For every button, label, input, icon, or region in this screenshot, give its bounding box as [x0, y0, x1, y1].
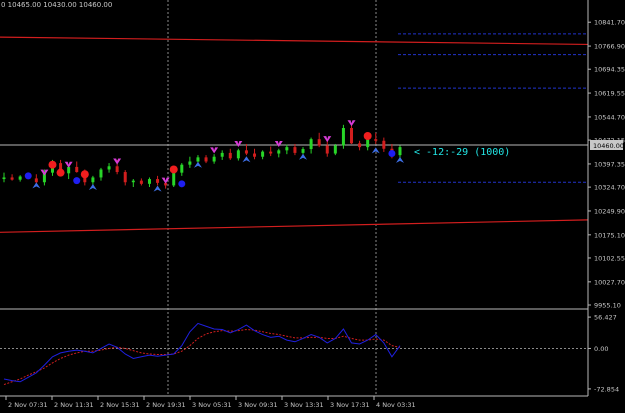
candle-body [350, 128, 354, 144]
candle-body [172, 172, 176, 186]
price-tick-label: 10694.35 [594, 66, 625, 74]
price-tick-label: 10397.35 [594, 160, 625, 168]
candle-body [358, 143, 362, 148]
red-signal-dot [48, 160, 57, 169]
candle-body [196, 157, 200, 162]
price-tick-label: 10619.55 [594, 90, 625, 98]
candle-body [277, 150, 281, 154]
blue-signal-dot [178, 180, 186, 188]
candle-body [115, 166, 119, 173]
candle-body [75, 166, 79, 173]
price-tick-label: 10102.55 [594, 254, 625, 262]
candle-body [382, 140, 386, 149]
time-tick-label: 3 Nov 09:31 [238, 401, 278, 409]
ohlc-header: 0 10465.00 10430.00 10460.00 [1, 1, 112, 9]
time-tick-label: 2 Nov 07:31 [8, 401, 48, 409]
candle-body [253, 153, 257, 157]
price-tick-label: 10544.70 [594, 113, 625, 121]
candle-body [236, 150, 240, 159]
candle-body [91, 177, 95, 183]
candle-body [398, 147, 402, 156]
candle-body [139, 180, 143, 184]
order-annotation: < -12:-29 (1000) [414, 147, 510, 158]
candle-body [180, 164, 184, 173]
red-signal-dot [169, 165, 178, 174]
price-tick-label: 10027.70 [594, 278, 625, 286]
candle-body [293, 147, 297, 153]
time-tick-label: 2 Nov 19:31 [146, 401, 186, 409]
candle-body [99, 169, 103, 178]
time-tick-label: 3 Nov 13:31 [284, 401, 324, 409]
candle-body [107, 166, 111, 170]
red-signal-dot [80, 170, 89, 179]
candle-body [123, 172, 127, 183]
candle-body [309, 139, 313, 150]
trading-chart[interactable]: 0 10465.00 10430.00 10460.00 < -12:-29 (… [0, 0, 625, 413]
red-signal-dot [363, 131, 372, 140]
candle-body [317, 139, 321, 146]
candle-body [374, 139, 378, 141]
time-tick-label: 3 Nov 05:31 [192, 401, 232, 409]
candle-body [301, 149, 305, 153]
time-tick-label: 2 Nov 15:31 [100, 401, 140, 409]
current-price-label: 10460.00 [593, 142, 624, 150]
blue-signal-dot [73, 177, 81, 185]
candle-body [156, 179, 160, 183]
candle-body [188, 161, 192, 165]
candle-body [261, 151, 265, 157]
candle-body [220, 152, 224, 157]
candle-body [67, 166, 71, 174]
candle-body [333, 145, 337, 154]
blue-signal-dot [388, 150, 396, 158]
candle-body [18, 176, 22, 180]
candle-body [269, 151, 273, 154]
candle-body [10, 177, 14, 180]
price-tick-label: 10841.70 [594, 19, 625, 27]
indicator-tick-label: -72.854 [594, 385, 619, 393]
candle-body [341, 128, 345, 146]
indicator-tick-label: 0.00 [594, 345, 608, 353]
indicator-tick-label: 56.427 [594, 314, 617, 322]
candle-body [228, 152, 232, 159]
candle-body [366, 139, 370, 148]
candle-body [204, 157, 208, 162]
candle-body [244, 150, 248, 154]
candle-body [34, 178, 38, 183]
red-signal-dot [56, 168, 65, 177]
candle-body [325, 145, 329, 154]
candle-body [2, 177, 6, 180]
candle-body [285, 147, 289, 151]
time-tick-label: 2 Nov 11:31 [54, 401, 94, 409]
blue-signal-dot [24, 172, 32, 180]
price-tick-label: 10175.10 [594, 231, 625, 239]
time-tick-label: 4 Nov 03:31 [376, 401, 416, 409]
candle-body [147, 179, 151, 184]
price-tick-label: 10766.90 [594, 43, 625, 51]
price-tick-label: 10249.90 [594, 207, 625, 215]
candle-body [212, 156, 216, 162]
candle-body [131, 180, 135, 183]
price-axis-area [588, 0, 625, 396]
price-tick-label: 9955.10 [594, 302, 621, 310]
price-tick-label: 10324.70 [594, 184, 625, 192]
time-tick-label: 3 Nov 17:31 [330, 401, 370, 409]
